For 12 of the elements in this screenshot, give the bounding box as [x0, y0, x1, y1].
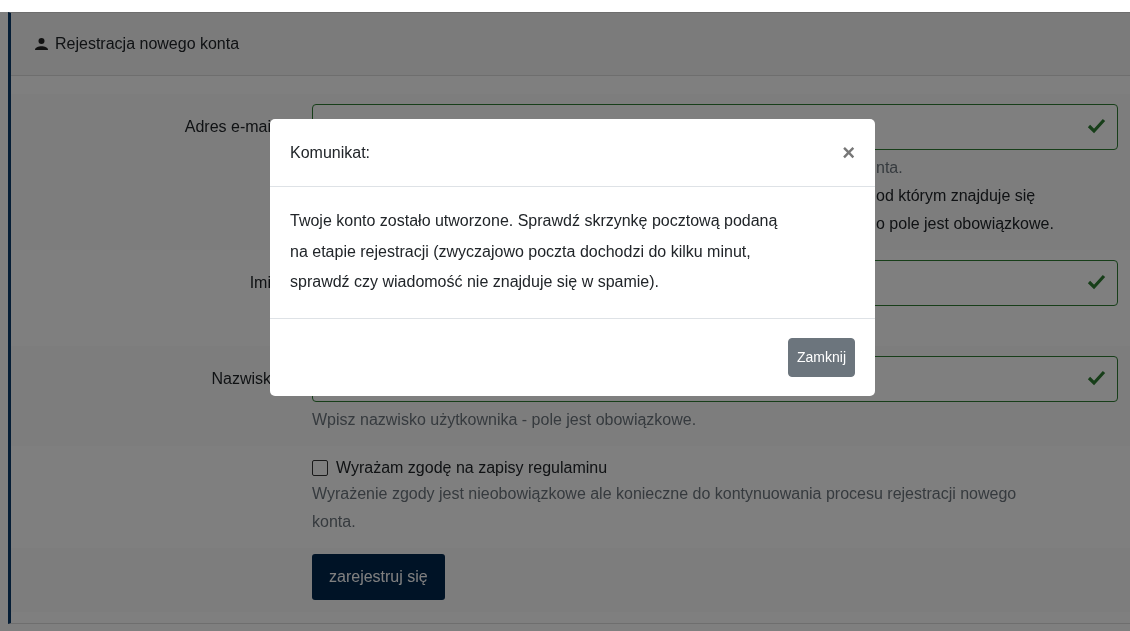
checkbox-label: Wyrażam zgodę na zapisy regulaminu	[336, 458, 608, 478]
help-text: Wpisz nazwisko użytkownika - pole jest obowiązkowe.	[312, 410, 698, 430]
field-label: Nazwisk	[210, 369, 271, 389]
dialog-message: Twoje konto zostało utworzone. Sprawdź skrzynkę pocztową podaną na etapie rejestracji (zwyczajowo poczta dochodzi do kilku minut, sprawdź czy wiadomość nie znajduje się w spamie).	[290, 211, 779, 292]
field-label: Imi	[248, 273, 271, 293]
card-title: Rejestracja nowego konta	[55, 34, 240, 54]
help-text: Wyrażenie zgody jest nieobowiązkowe ale konieczne do kontynuowania procesu rejestracji nowego konta.	[312, 484, 1018, 532]
field-label: Adres e-mai	[183, 117, 271, 137]
help-text: o pole jest obowiązkowe.	[876, 214, 1055, 234]
help-text: nta.	[876, 158, 904, 178]
help-text: od którym znajduje się	[876, 186, 1037, 206]
dialog-title: Komunikat:	[290, 142, 371, 163]
